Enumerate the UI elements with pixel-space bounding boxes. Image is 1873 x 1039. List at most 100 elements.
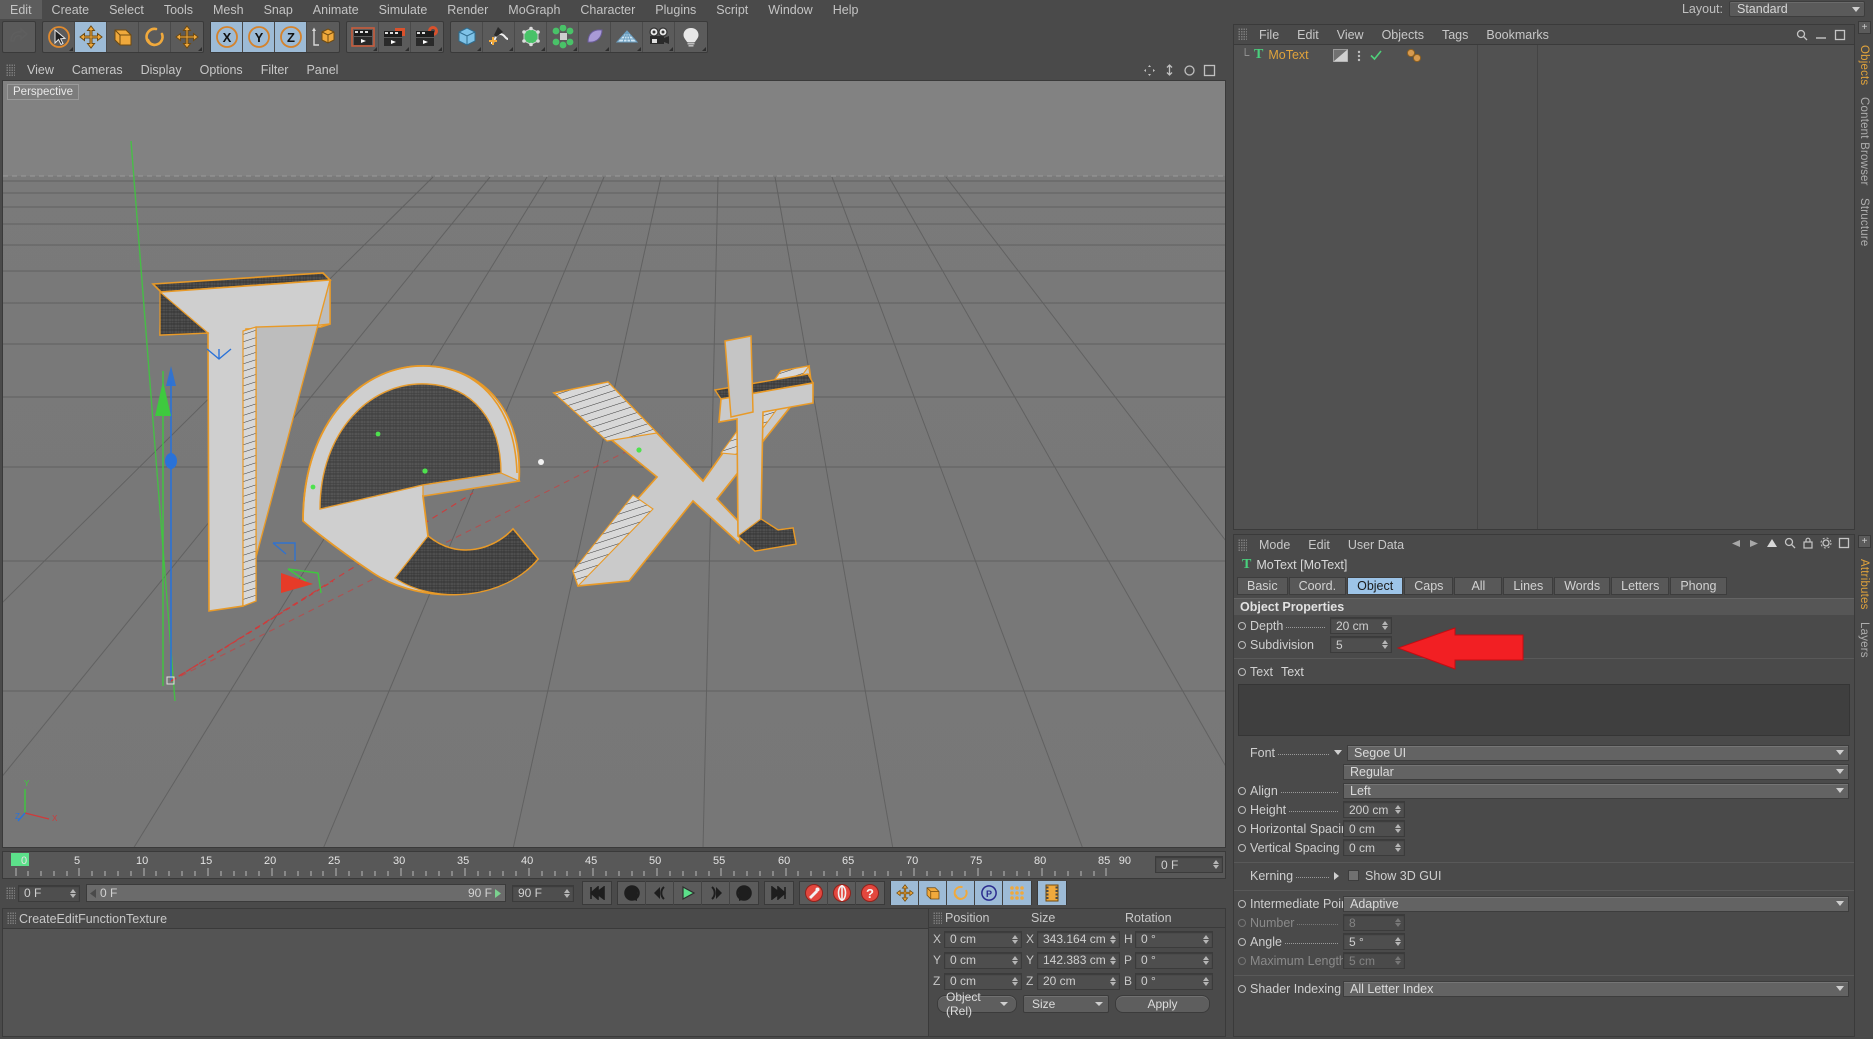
animate-dot-icon[interactable] <box>1238 899 1246 908</box>
drag-gripper-icon[interactable] <box>7 912 16 925</box>
scale-key-icon[interactable] <box>919 881 947 905</box>
timeline-ruler[interactable]: 0 5 10 15 20 25 30 35 40 45 50 55 60 65 70 75 80 85 … <box>3 852 1153 878</box>
tab-basic[interactable]: Basic <box>1237 577 1288 595</box>
mograph-tag-icon[interactable] <box>1406 48 1424 63</box>
objmenu-file[interactable]: File <box>1250 28 1288 42</box>
attrmenu-user-data[interactable]: User Data <box>1339 538 1413 552</box>
attrmenu-mode[interactable]: Mode <box>1250 538 1299 552</box>
tab-all[interactable]: All <box>1454 577 1503 595</box>
stepper-icon[interactable] <box>1201 955 1210 965</box>
cube-primitive-icon[interactable] <box>451 22 483 52</box>
matmenu-edit[interactable]: Edit <box>57 912 79 926</box>
stepper-icon[interactable] <box>1201 976 1210 986</box>
render-view-icon[interactable] <box>347 22 379 52</box>
range-left-handle-icon[interactable] <box>90 888 97 898</box>
menu-mesh[interactable]: Mesh <box>203 0 254 19</box>
objmenu-view[interactable]: View <box>1328 28 1373 42</box>
stepper-icon[interactable] <box>562 888 571 898</box>
tab-words[interactable]: Words <box>1554 577 1611 595</box>
stepper-icon[interactable] <box>1108 955 1117 965</box>
rotate-viewport-icon[interactable] <box>1183 64 1196 77</box>
horizontal-spacing-field[interactable]: 0 cm <box>1343 820 1405 837</box>
autokeying-icon[interactable] <box>828 881 856 905</box>
generator-icon[interactable] <box>515 22 547 52</box>
world-object-icon[interactable] <box>307 22 339 52</box>
coord-mode-dropdown[interactable]: Object (Rel) <box>937 990 1017 1018</box>
animate-dot-icon[interactable] <box>1238 937 1246 946</box>
viewmenu-display[interactable]: Display <box>132 63 191 77</box>
current-frame-field[interactable]: 0 F <box>18 884 80 902</box>
menu-help[interactable]: Help <box>823 0 869 19</box>
live-selection-icon[interactable] <box>43 22 75 52</box>
chevron-right-icon[interactable] <box>1334 871 1339 880</box>
animate-dot-icon[interactable] <box>1238 786 1246 795</box>
history-back-icon[interactable] <box>1730 538 1742 549</box>
position-x-field[interactable]: 0 cm <box>944 930 1022 948</box>
search-icon[interactable] <box>1784 537 1796 549</box>
menu-script[interactable]: Script <box>706 0 758 19</box>
mograph-icon[interactable] <box>547 22 579 52</box>
vertical-spacing-field[interactable]: 0 cm <box>1343 839 1405 856</box>
stepper-icon[interactable] <box>1393 824 1402 833</box>
objmenu-edit[interactable]: Edit <box>1288 28 1328 42</box>
stepper-icon[interactable] <box>1201 934 1210 944</box>
animate-dot-icon[interactable] <box>1238 843 1246 852</box>
menu-simulate[interactable]: Simulate <box>369 0 438 19</box>
stepper-icon[interactable] <box>1380 621 1389 630</box>
stepper-icon[interactable] <box>1108 976 1117 986</box>
animate-dot-icon[interactable] <box>1238 984 1246 993</box>
keyframe-selection-icon[interactable]: ? <box>856 881 884 905</box>
tab-coord[interactable]: Coord. <box>1288 577 1347 595</box>
go-to-start-icon[interactable] <box>583 881 611 905</box>
layout-dropdown[interactable]: Standard <box>1729 1 1865 17</box>
light-icon[interactable] <box>675 22 707 52</box>
point-level-animation-icon[interactable] <box>1003 881 1031 905</box>
font-dropdown[interactable]: Segoe UI <box>1347 744 1849 761</box>
deformer-icon[interactable] <box>579 22 611 52</box>
parameter-key-icon[interactable]: P <box>975 881 1003 905</box>
align-dropdown[interactable]: Left <box>1343 782 1849 799</box>
range-right-handle-icon[interactable] <box>495 888 502 898</box>
side-tab-content-browser[interactable]: Content Browser <box>1856 91 1872 192</box>
animate-dot-icon[interactable] <box>1238 621 1246 630</box>
subdivision-field[interactable]: 5 <box>1330 636 1392 653</box>
tab-letters[interactable]: Letters <box>1611 577 1670 595</box>
move-icon[interactable] <box>75 22 107 52</box>
drag-gripper-icon[interactable] <box>933 911 942 925</box>
max-frame-field[interactable]: 90 F <box>512 884 574 902</box>
viewmenu-view[interactable]: View <box>18 63 63 77</box>
size-x-field[interactable]: 343.164 cm <box>1037 930 1120 948</box>
render-settings-icon[interactable] <box>411 22 443 52</box>
stepper-icon[interactable] <box>1010 976 1019 986</box>
pin-up-icon[interactable] <box>1766 538 1778 549</box>
menu-animate[interactable]: Animate <box>303 0 369 19</box>
stepper-icon[interactable] <box>1393 843 1402 852</box>
minimize-icon[interactable] <box>1815 29 1827 41</box>
stepper-icon[interactable] <box>1010 934 1019 944</box>
animate-dot-icon[interactable] <box>1238 805 1246 814</box>
tab-phong[interactable]: Phong <box>1670 577 1727 595</box>
search-icon[interactable] <box>1796 29 1808 41</box>
angle-field[interactable]: 5 ° <box>1343 933 1405 950</box>
side-tab-layers[interactable]: Layers <box>1856 616 1872 664</box>
x-axis-icon[interactable]: X <box>211 22 243 52</box>
settings-gear-icon[interactable] <box>1820 537 1832 549</box>
rotation-h-field[interactable]: 0 ° <box>1135 930 1213 948</box>
menu-create[interactable]: Create <box>42 0 100 19</box>
maximize-icon[interactable] <box>1834 29 1846 41</box>
viewmenu-options[interactable]: Options <box>191 63 252 77</box>
matmenu-create[interactable]: Create <box>19 912 57 926</box>
maximize-viewport-icon[interactable] <box>1203 64 1216 77</box>
drag-gripper-icon[interactable] <box>6 886 15 900</box>
menu-plugins[interactable]: Plugins <box>645 0 706 19</box>
objmenu-bookmarks[interactable]: Bookmarks <box>1477 28 1558 42</box>
animate-dot-icon[interactable] <box>1238 640 1246 649</box>
step-back-icon[interactable] <box>646 881 674 905</box>
camera-icon[interactable] <box>643 22 675 52</box>
position-z-field[interactable]: 0 cm <box>944 972 1022 990</box>
font-style-dropdown[interactable]: Regular <box>1343 763 1849 780</box>
side-tab-structure[interactable]: Structure <box>1856 192 1872 252</box>
position-y-field[interactable]: 0 cm <box>944 951 1022 969</box>
menu-mograph[interactable]: MoGraph <box>498 0 570 19</box>
z-axis-icon[interactable]: Z <box>275 22 307 52</box>
